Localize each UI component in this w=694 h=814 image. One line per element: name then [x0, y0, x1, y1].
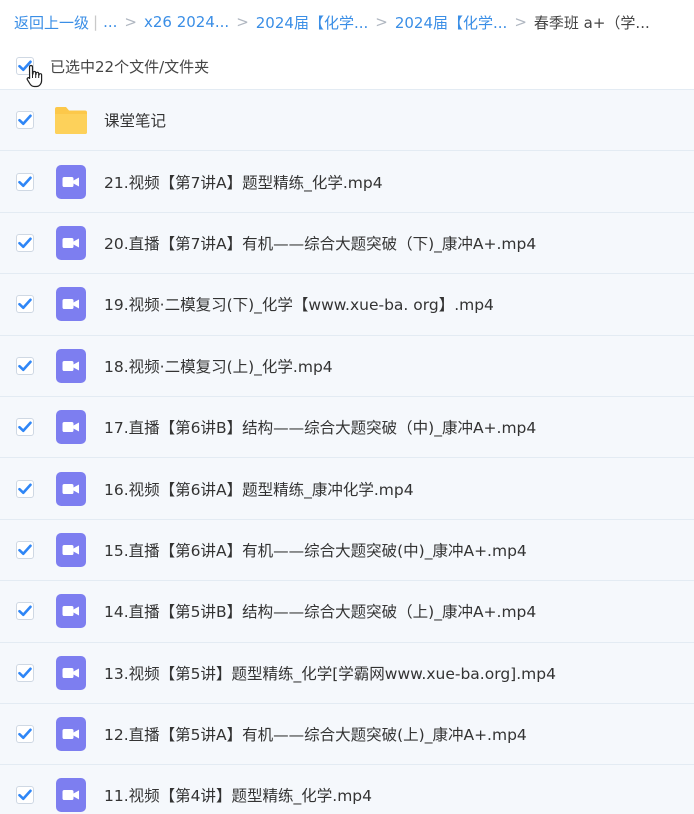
breadcrumb-arrow: > [124, 13, 137, 31]
video-file-icon [53, 593, 89, 629]
file-row[interactable]: 课堂笔记 [0, 89, 694, 151]
file-name[interactable]: 20.直播【第7讲A】有机——综合大题突破（下)_康冲A+.mp4 [104, 232, 536, 254]
file-row[interactable]: 13.视频【第5讲】题型精练_化学[学霸网www.xue-ba.org].mp4 [0, 641, 694, 703]
file-name[interactable]: 12.直播【第5讲A】有机——综合大题突破(上)_康冲A+.mp4 [104, 723, 527, 745]
file-checkbox[interactable] [16, 111, 34, 130]
file-name[interactable]: 17.直播【第6讲B】结构——综合大题突破（中)_康冲A+.mp4 [104, 416, 536, 438]
file-row[interactable]: 18.视频·二模复习(上)_化学.mp4 [0, 334, 694, 396]
video-file-icon [53, 409, 89, 445]
file-checkbox[interactable] [16, 479, 34, 498]
selection-bar: 已选中22个文件/文件夹 [0, 44, 694, 88]
checkmark-icon [18, 667, 32, 678]
file-row[interactable]: 19.视频·二模复习(下)_化学【www.xue-ba. org】.mp4 [0, 273, 694, 335]
video-file-icon [56, 778, 86, 813]
checkmark-icon [18, 544, 32, 556]
video-file-icon [56, 532, 86, 567]
breadcrumb-arrow: > [375, 13, 388, 31]
video-file-icon [53, 471, 89, 507]
file-checkbox[interactable] [16, 725, 34, 744]
file-name[interactable]: 21.视频【第7讲A】题型精练_化学.mp4 [104, 171, 383, 193]
file-row[interactable]: 12.直播【第5讲A】有机——综合大题突破(上)_康冲A+.mp4 [0, 702, 694, 765]
file-name[interactable]: 14.直播【第5讲B】结构——综合大题突破（上)_康冲A+.mp4 [104, 600, 536, 622]
back-link[interactable]: 返回上一级 [14, 12, 89, 33]
file-row[interactable]: 14.直播【第5讲B】结构——综合大题突破（上)_康冲A+.mp4 [0, 580, 694, 642]
file-row[interactable]: 17.直播【第6讲B】结构——综合大题突破（中)_康冲A+.mp4 [0, 395, 694, 458]
file-checkbox[interactable] [16, 233, 34, 252]
breadcrumb-item-1[interactable]: x26 2024... [144, 13, 229, 31]
video-file-icon [53, 716, 89, 752]
checkmark-icon [18, 298, 32, 310]
file-checkbox[interactable] [16, 663, 34, 682]
video-file-icon [56, 471, 86, 506]
breadcrumb-current: 春季班 a+（学... [533, 13, 650, 32]
file-name[interactable]: 11.视频【第4讲】题型精练_化学.mp4 [104, 784, 372, 806]
video-file-icon [53, 164, 89, 200]
video-file-icon [53, 777, 89, 813]
selection-count-label: 已选中22个文件/文件夹 [50, 57, 210, 76]
file-checkbox[interactable] [16, 540, 34, 559]
checkmark-icon [18, 360, 32, 371]
video-file-icon [53, 286, 89, 322]
file-checkbox[interactable] [16, 172, 34, 191]
file-checkbox[interactable] [16, 356, 34, 375]
file-name[interactable]: 15.直播【第6讲A】有机——综合大题突破(中)_康冲A+.mp4 [104, 539, 527, 561]
file-name[interactable]: 18.视频·二模复习(上)_化学.mp4 [104, 355, 333, 377]
file-row[interactable]: 15.直播【第6讲A】有机——综合大题突破(中)_康冲A+.mp4 [0, 518, 694, 581]
breadcrumb-item-3[interactable]: 2024届【化学... [395, 12, 507, 33]
video-file-icon [53, 225, 89, 261]
breadcrumb-ellipsis[interactable]: ... [103, 13, 117, 31]
checkmark-icon [18, 728, 32, 740]
select-all-checkbox[interactable] [16, 57, 34, 75]
file-row[interactable]: 11.视频【第4讲】题型精练_化学.mp4 [0, 764, 694, 814]
breadcrumb-arrow: > [514, 13, 527, 31]
checkmark-icon [18, 421, 32, 433]
video-file-icon [56, 348, 86, 383]
video-file-icon [56, 655, 86, 690]
file-name[interactable]: 16.视频【第6讲A】题型精练_康冲化学.mp4 [104, 478, 414, 500]
breadcrumb-arrow: > [236, 13, 249, 31]
checkmark-icon [18, 605, 32, 617]
file-row[interactable]: 21.视频【第7讲A】题型精练_化学.mp4 [0, 150, 694, 212]
checkmark-icon [18, 483, 32, 494]
file-checkbox[interactable] [16, 295, 34, 314]
video-file-icon [56, 717, 86, 752]
video-file-icon [53, 532, 89, 568]
breadcrumb: 返回上一级 | ... > x26 2024... > 2024届【化学... … [0, 0, 694, 44]
breadcrumb-item-2[interactable]: 2024届【化学... [256, 12, 368, 33]
file-row[interactable]: 16.视频【第6讲A】题型精练_康冲化学.mp4 [0, 457, 694, 519]
checkmark-icon [18, 176, 32, 187]
file-checkbox[interactable] [16, 418, 34, 437]
video-file-icon [56, 410, 86, 445]
file-name[interactable]: 19.视频·二模复习(下)_化学【www.xue-ba. org】.mp4 [104, 293, 494, 315]
video-file-icon [56, 287, 86, 322]
file-checkbox[interactable] [16, 786, 34, 805]
checkmark-icon [18, 114, 32, 126]
breadcrumb-divider: | [93, 13, 99, 31]
folder-icon [53, 102, 89, 138]
video-file-icon [53, 655, 89, 691]
video-file-icon [56, 164, 86, 199]
video-file-icon [56, 594, 86, 629]
video-file-icon [56, 225, 86, 260]
file-list: 课堂笔记 21.视频【第7讲A】题型精练_化学.mp4 20.直播【第7讲A】有机—… [0, 89, 694, 814]
file-name[interactable]: 课堂笔记 [104, 109, 166, 131]
video-file-icon [53, 348, 89, 384]
checkmark-icon [18, 237, 32, 249]
checkmark-icon [18, 60, 32, 72]
file-row[interactable]: 20.直播【第7讲A】有机——综合大题突破（下)_康冲A+.mp4 [0, 211, 694, 274]
file-name[interactable]: 13.视频【第5讲】题型精练_化学[学霸网www.xue-ba.org].mp4 [104, 662, 556, 684]
file-checkbox[interactable] [16, 602, 34, 621]
folder-icon [55, 107, 87, 135]
checkmark-icon [18, 789, 32, 801]
